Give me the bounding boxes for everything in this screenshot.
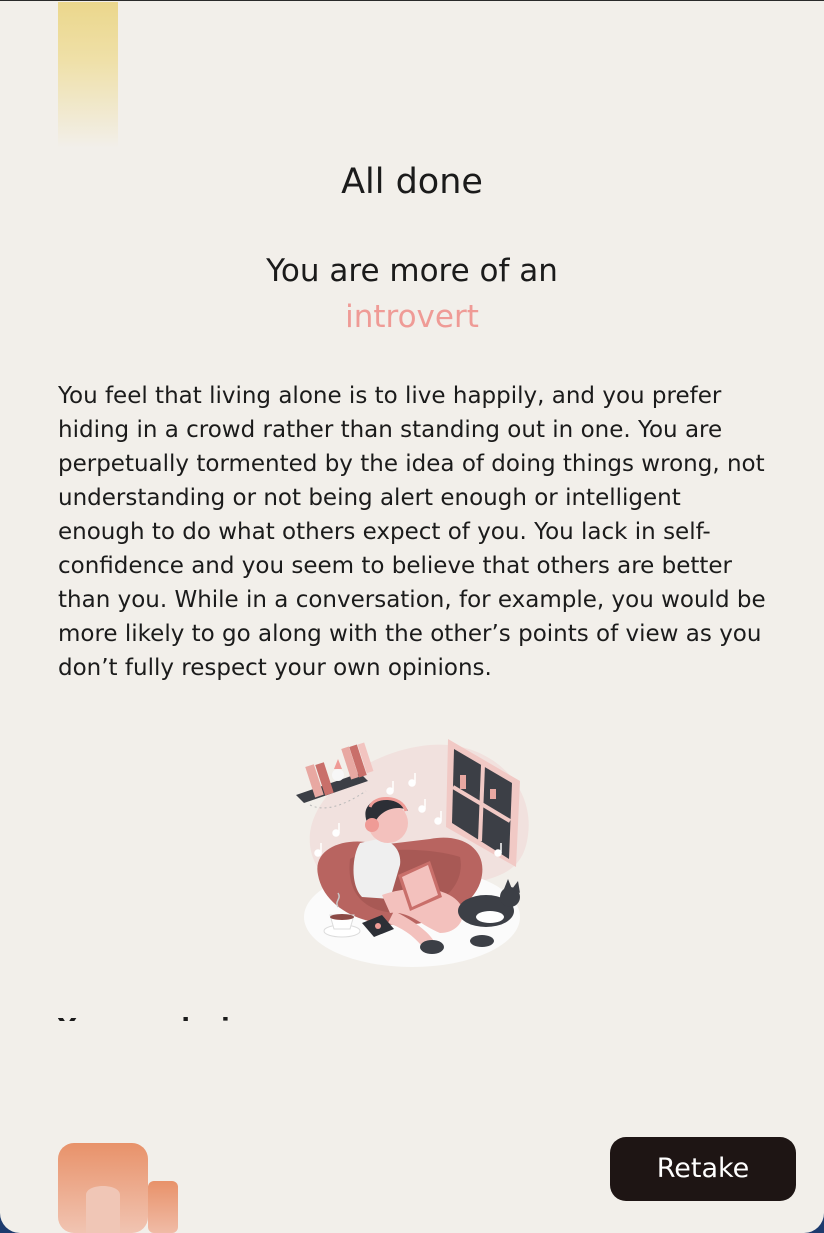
result-description: You feel that living alone is to live ha… xyxy=(58,383,766,681)
result-type: introvert xyxy=(345,299,479,335)
page-title: All done xyxy=(341,162,483,202)
person-reading-with-headphones-illustration xyxy=(296,739,529,967)
next-section-heading: Your analysis xyxy=(58,1013,245,1021)
top-decoration-bar xyxy=(58,2,118,148)
app-logo-icon xyxy=(58,1143,178,1233)
result-screen: All done You are more of an introvert Yo… xyxy=(0,0,824,1233)
retake-button[interactable]: Retake xyxy=(610,1137,796,1201)
result-subtitle: You are more of an xyxy=(266,253,558,289)
